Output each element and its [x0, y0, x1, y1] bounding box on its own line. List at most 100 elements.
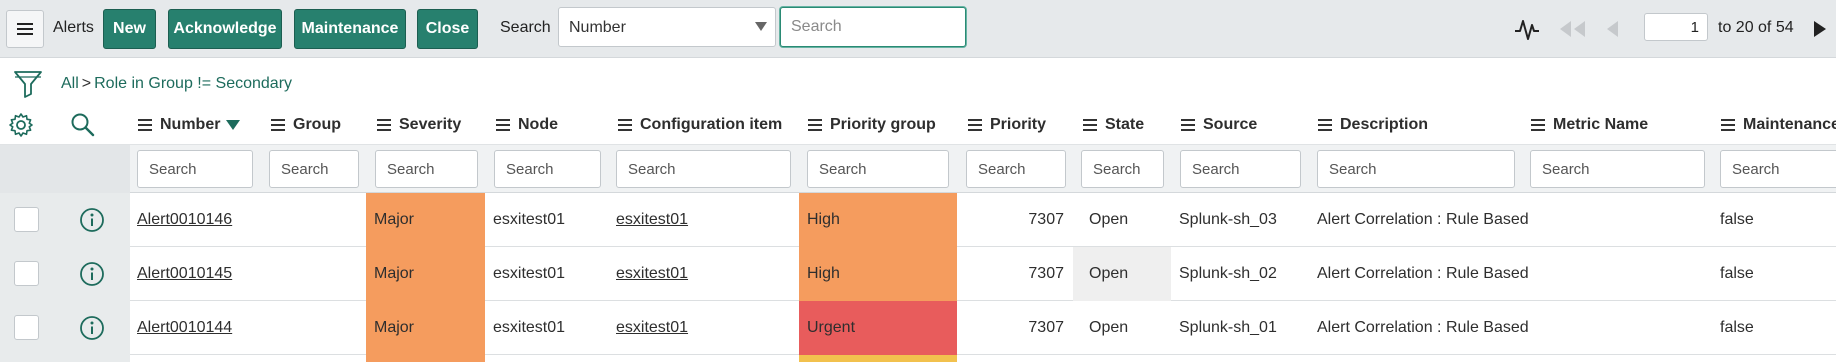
- priority-cell: 7307: [1028, 265, 1064, 282]
- acknowledge-button[interactable]: Acknowledge: [168, 9, 282, 49]
- column-header-maintenance[interactable]: Maintenance: [1720, 105, 1836, 145]
- description-cell: Alert Correlation : Rule Based: [1317, 211, 1529, 228]
- maintenance-cell: false: [1720, 319, 1754, 336]
- search-maintenance-input[interactable]: [1720, 150, 1836, 188]
- caret-down-icon: [755, 22, 767, 31]
- page-number-input[interactable]: 1: [1644, 13, 1708, 41]
- column-menu-icon[interactable]: [618, 124, 632, 126]
- search-severity-input[interactable]: [375, 150, 478, 188]
- column-header-configuration-item[interactable]: Configuration item: [617, 105, 782, 145]
- search-source-input[interactable]: [1180, 150, 1301, 188]
- close-button[interactable]: Close: [417, 9, 478, 49]
- column-header-state[interactable]: State: [1082, 105, 1144, 145]
- table-row: Alert0010144 Major esxitest01 esxitest01…: [0, 301, 1836, 355]
- node-cell: esxitest01: [493, 211, 566, 228]
- severity-cell: [366, 355, 485, 362]
- breadcrumb-condition[interactable]: Role in Group != Secondary: [94, 75, 292, 92]
- table-row: Alert0010145 Major esxitest01 esxitest01…: [0, 247, 1836, 301]
- table-row-partial: [0, 355, 1836, 362]
- column-header-priority-group[interactable]: Priority group: [807, 105, 936, 145]
- severity-cell: Major: [366, 247, 485, 301]
- number-cell[interactable]: Alert0010145: [129, 247, 262, 301]
- info-icon[interactable]: [79, 261, 105, 292]
- page-range-text: to 20 of 54: [1718, 19, 1794, 36]
- search-input[interactable]: [780, 7, 966, 47]
- group-cell: [262, 247, 366, 301]
- group-cell: [262, 193, 366, 247]
- column-menu-icon[interactable]: [1181, 124, 1195, 126]
- search-icon[interactable]: [70, 105, 96, 145]
- info-icon[interactable]: [79, 207, 105, 238]
- table-row: Alert0010146 Major esxitest01 esxitest01…: [0, 193, 1836, 247]
- configuration-item-cell[interactable]: esxitest01: [608, 247, 799, 301]
- configuration-item-cell[interactable]: esxitest01: [608, 301, 799, 355]
- column-header-priority[interactable]: Priority: [967, 105, 1046, 145]
- priority-group-cell: High: [799, 247, 957, 301]
- activity-icon[interactable]: [1512, 14, 1542, 44]
- state-cell: Open: [1089, 211, 1129, 228]
- priority-cell: 7307: [1028, 211, 1064, 228]
- search-description-input[interactable]: [1317, 150, 1515, 188]
- column-header-metric-name[interactable]: Metric Name: [1530, 105, 1648, 145]
- gear-icon[interactable]: [8, 105, 34, 145]
- search-state-input[interactable]: [1081, 150, 1164, 188]
- column-menu-icon[interactable]: [377, 124, 391, 126]
- column-menu-icon[interactable]: [808, 124, 822, 126]
- search-configuration-item-input[interactable]: [616, 150, 791, 188]
- number-cell[interactable]: Alert0010144: [129, 301, 262, 355]
- column-header-description[interactable]: Description: [1317, 105, 1428, 145]
- priority-cell: 7307: [1028, 319, 1064, 336]
- state-cell-highlight: [1143, 247, 1171, 301]
- search-field-select[interactable]: Number: [558, 7, 776, 47]
- search-metric-name-input[interactable]: [1530, 150, 1705, 188]
- configuration-item-cell[interactable]: esxitest01: [608, 193, 799, 247]
- column-header-node[interactable]: Node: [495, 105, 558, 145]
- search-field-value: Number: [569, 19, 626, 36]
- maintenance-cell: false: [1720, 265, 1754, 282]
- column-header-group[interactable]: Group: [270, 105, 341, 145]
- column-search-row: [0, 145, 1836, 193]
- column-header-source[interactable]: Source: [1180, 105, 1257, 145]
- search-node-input[interactable]: [494, 150, 601, 188]
- list-toolbar: Alerts New Acknowledge Maintenance Close…: [0, 0, 1836, 58]
- breadcrumb-all[interactable]: All: [61, 75, 79, 92]
- source-cell: Splunk-sh_01: [1179, 319, 1277, 336]
- column-menu-icon[interactable]: [968, 124, 982, 126]
- metric-name-cell: [1522, 301, 1712, 355]
- info-icon[interactable]: [79, 315, 105, 346]
- row-checkbox[interactable]: [14, 315, 39, 340]
- metric-name-cell: [1522, 193, 1712, 247]
- row-checkbox[interactable]: [14, 207, 39, 232]
- number-cell[interactable]: Alert0010146: [129, 193, 262, 247]
- metric-name-cell: [1522, 247, 1712, 301]
- new-button[interactable]: New: [103, 9, 156, 49]
- node-cell: esxitest01: [493, 265, 566, 282]
- priority-group-cell: High: [799, 193, 957, 247]
- column-menu-icon[interactable]: [138, 124, 152, 126]
- search-group-input[interactable]: [269, 150, 359, 188]
- state-cell: Open: [1073, 247, 1143, 301]
- column-menu-icon[interactable]: [1531, 124, 1545, 126]
- priority-group-cell: [799, 355, 957, 362]
- menu-button[interactable]: [6, 10, 44, 48]
- row-checkbox[interactable]: [14, 261, 39, 286]
- column-header-number[interactable]: Number: [137, 105, 241, 145]
- maintenance-button[interactable]: Maintenance: [294, 9, 406, 49]
- source-cell: Splunk-sh_02: [1179, 265, 1277, 282]
- column-menu-icon[interactable]: [1721, 124, 1735, 126]
- next-page-icon[interactable]: [1808, 14, 1832, 44]
- column-menu-icon[interactable]: [271, 124, 285, 126]
- search-priority-group-input[interactable]: [807, 150, 949, 188]
- filter-icon[interactable]: [12, 68, 44, 105]
- column-menu-icon[interactable]: [1083, 124, 1097, 126]
- first-page-icon[interactable]: [1556, 14, 1588, 44]
- search-row-gutter: [0, 145, 130, 193]
- column-menu-icon[interactable]: [496, 124, 510, 126]
- column-menu-icon[interactable]: [1318, 124, 1332, 126]
- prev-page-icon[interactable]: [1600, 14, 1624, 44]
- list-title: Alerts: [53, 19, 94, 36]
- search-priority-input[interactable]: [966, 150, 1066, 188]
- column-header-severity[interactable]: Severity: [376, 105, 461, 145]
- priority-group-cell: Urgent: [799, 301, 957, 355]
- search-number-input[interactable]: [137, 150, 253, 188]
